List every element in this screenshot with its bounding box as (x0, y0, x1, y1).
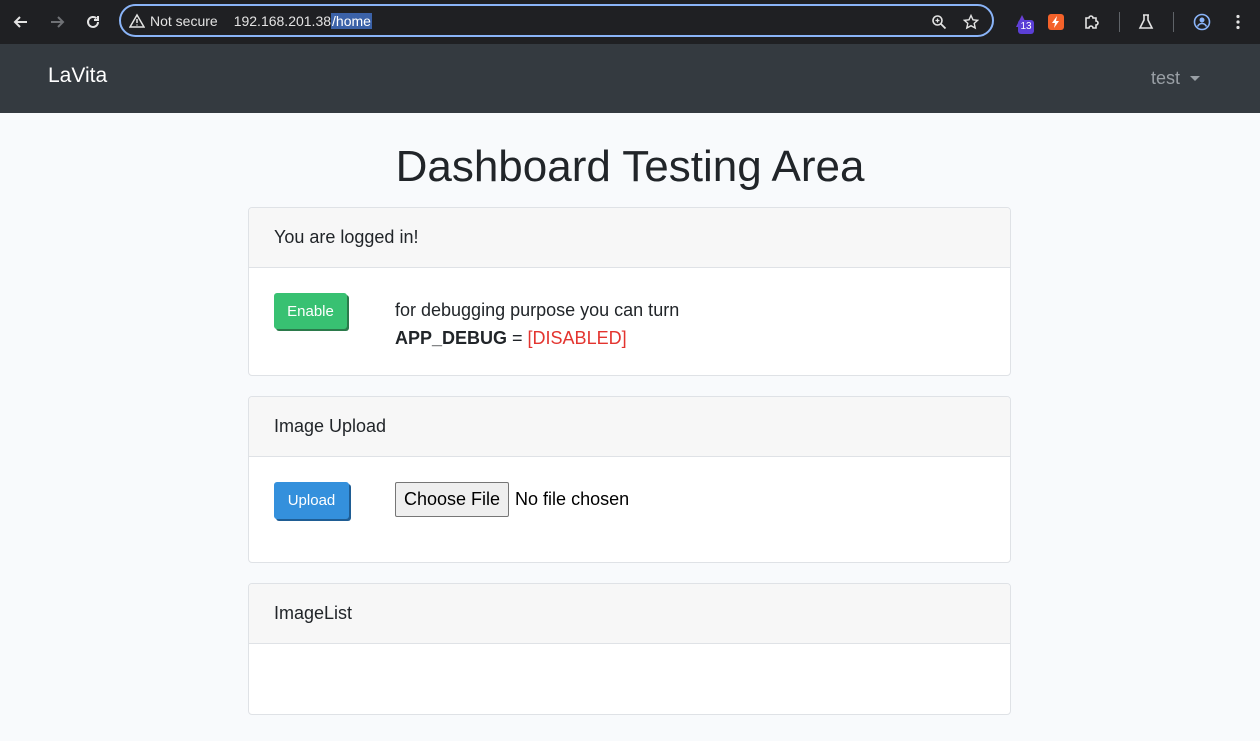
url-path-selected: /home (331, 12, 372, 29)
debug-status: [DISABLED] (527, 328, 627, 348)
address-bar[interactable]: Not secure 192.168.201.38/home (119, 4, 994, 37)
toolbar-separator (1119, 12, 1120, 32)
bookmark-star-icon[interactable] (961, 12, 981, 32)
brand-link[interactable]: LaVita (48, 64, 107, 88)
labs-flask-icon[interactable] (1134, 10, 1158, 34)
app-navbar: LaVita test (0, 44, 1260, 113)
choose-file-button[interactable]: Choose File (395, 482, 510, 517)
toolbar-separator (1173, 12, 1174, 32)
forward-arrow-icon (51, 16, 65, 28)
profile-avatar-icon[interactable] (1190, 10, 1214, 34)
imagelist-card-header: ImageList (249, 584, 1010, 644)
extension-badge: 13 (1018, 20, 1034, 34)
zoom-icon[interactable] (929, 12, 949, 32)
file-status: No file chosen (515, 489, 630, 509)
file-input[interactable]: Choose File No file chosen (395, 482, 629, 517)
debug-info: for debugging purpose you can turn APP_D… (395, 296, 679, 352)
upload-card-header: Image Upload (249, 397, 1010, 457)
url-host: 192.168.201.38 (233, 12, 332, 29)
user-name: test (1151, 68, 1181, 88)
page-title: Dashboard Testing Area (395, 142, 865, 191)
extension-bolt-icon[interactable] (1044, 10, 1068, 34)
reload-icon (87, 15, 99, 28)
url-text[interactable]: 192.168.201.38/home (233, 12, 372, 29)
enable-button[interactable]: Enable (274, 293, 347, 329)
security-label[interactable]: Not secure (150, 13, 218, 29)
back-arrow-icon (13, 16, 27, 28)
caret-down-icon (1190, 76, 1201, 81)
debug-equals: = (507, 328, 528, 348)
status-card-header: You are logged in! (249, 208, 1010, 268)
upload-button[interactable]: Upload (274, 482, 349, 519)
status-card: You are logged in! Enable for debugging … (248, 207, 1011, 376)
debug-key: APP_DEBUG (395, 328, 508, 348)
reload-button[interactable] (79, 8, 107, 36)
imagelist-card: ImageList (248, 583, 1011, 715)
warning-triangle-icon (129, 12, 147, 30)
user-dropdown[interactable]: test (1151, 68, 1201, 89)
browser-toolbar: Not secure 192.168.201.38/home 13 (0, 0, 1260, 44)
forward-button[interactable] (43, 8, 71, 36)
back-button[interactable] (7, 8, 35, 36)
debug-line: for debugging purpose you can turn (395, 300, 680, 320)
debug-setting: APP_DEBUG = [DISABLED] (395, 324, 679, 352)
kebab-menu-icon[interactable] (1226, 10, 1250, 34)
upload-card: Image Upload Upload Choose File No file … (248, 396, 1011, 563)
extensions-puzzle-icon[interactable] (1080, 10, 1104, 34)
